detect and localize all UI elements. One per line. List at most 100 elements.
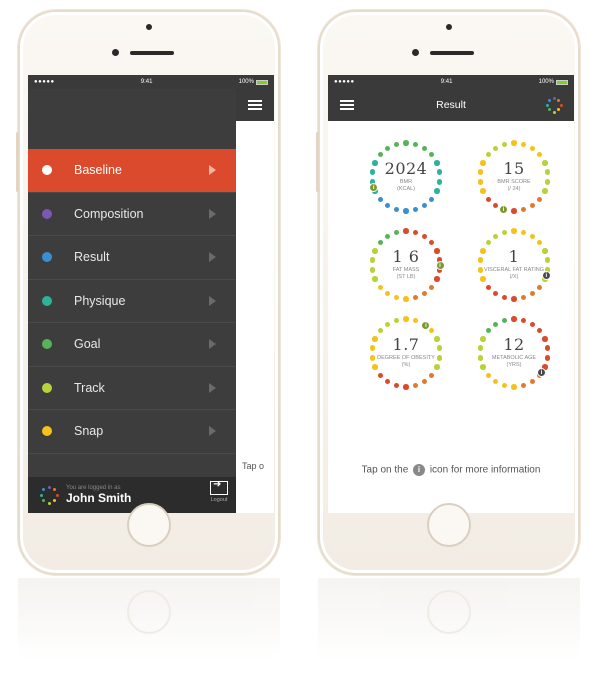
menu-dot-icon (42, 382, 52, 393)
logout-button[interactable]: Logout (210, 479, 228, 503)
gauge-dot (412, 317, 419, 324)
hamburger-icon[interactable] (340, 100, 354, 110)
menu-dot-icon (42, 295, 52, 306)
gauge-value: 2024 (384, 159, 428, 178)
gauge-unit: (/ 24) (507, 186, 521, 192)
signal-indicator: ●●●●● (34, 79, 55, 85)
gauge-visceral-fat-rating[interactable]: i 1 VISCERAL FAT RATING (/x) (474, 225, 554, 305)
gauge-unit: (%) (401, 362, 411, 368)
gauge-dot (520, 206, 527, 213)
gauge-dot (412, 141, 419, 148)
gauge-dot (403, 140, 409, 146)
gauge-label: DEGREE OF OBESITY (%) (366, 355, 446, 369)
gauge-degree-of-obesity[interactable]: i 1.7 DEGREE OF OBESITY (%) (366, 313, 446, 393)
gauge-value: 15 (503, 159, 525, 178)
page-title: Result (436, 99, 466, 111)
app-logo-icon (544, 95, 564, 115)
gauge-dot (403, 208, 409, 214)
logout-icon (210, 479, 228, 495)
gauge-dot (485, 151, 492, 158)
gauge-label-text: VISCERAL FAT RATING (483, 267, 544, 273)
gauge-dot (377, 327, 384, 334)
menu-item-physique[interactable]: Physique (28, 280, 236, 323)
chevron-right-icon (209, 252, 216, 263)
earpiece-speaker (130, 51, 174, 55)
app-header: Result (328, 89, 574, 121)
gauge-dot (492, 378, 499, 385)
gauge-bmr-score[interactable]: i 15 BMR SCORE (/ 24) (474, 137, 554, 217)
gauge-metabolic-age[interactable]: i 12 METABOLIC AGE (yrs) (474, 313, 554, 393)
gauge-dot (536, 284, 543, 290)
home-button[interactable] (427, 503, 471, 547)
menu-item-snap[interactable]: Snap (28, 410, 236, 454)
gauge-dot (428, 239, 435, 246)
gauge-dot (384, 378, 391, 385)
info-hint: Tap on the i icon for more information (328, 464, 574, 476)
gauge-bmr[interactable]: i 2024 BMR (kcal) (366, 137, 446, 217)
gauge-dot (393, 206, 400, 213)
gauge-dot (520, 382, 527, 389)
menu-item-label: Snap (74, 424, 104, 439)
gauge-dot (529, 378, 536, 385)
reflected-home-button (427, 590, 471, 634)
front-camera-dot (412, 49, 419, 56)
menu-item-goal[interactable]: Goal (28, 323, 236, 367)
gauge-dot (485, 284, 492, 290)
menu-item-label: Track (74, 380, 105, 395)
left-phone: ●●●●● 9:41 100% Baseline Composition Resul… (16, 10, 280, 575)
logout-label: Logout (210, 497, 228, 503)
gauge-dot (520, 229, 527, 236)
gauge-dot (403, 384, 409, 390)
gauge-label-text: BMR SCORE (497, 179, 531, 185)
home-button[interactable] (127, 503, 171, 547)
gauge-dot (377, 151, 384, 158)
chevron-right-icon (209, 208, 216, 219)
gauge-dot (485, 372, 492, 378)
menu-item-baseline[interactable]: Baseline (28, 149, 236, 193)
gauge-dot (412, 294, 419, 301)
gauge-dot (412, 229, 419, 236)
menu-item-label: Goal (74, 337, 101, 352)
info-icon[interactable]: i (498, 204, 508, 214)
chevron-right-icon (209, 295, 216, 306)
gauge-dot (377, 196, 384, 202)
gauge-dot (511, 384, 517, 390)
gauge-dot (485, 239, 492, 246)
menu-list: Baseline Composition Result Physique Goal Tra… (28, 149, 236, 454)
app-logo-icon (38, 484, 60, 506)
gauge-fat-mass[interactable]: i1 6 FAT MASS (st lb) (366, 225, 446, 305)
status-time: 9:41 (140, 79, 153, 85)
battery-percent: 100% (238, 79, 254, 85)
chevron-right-icon (209, 382, 216, 393)
menu-item-composition[interactable]: Composition (28, 193, 236, 236)
gauge-dot (384, 290, 391, 297)
gauge-dot (421, 233, 428, 240)
gauge-unit: (yrs) (506, 362, 522, 368)
gauge-dot (529, 321, 536, 328)
gauge-dot (501, 141, 508, 148)
gauge-unit: (kcal) (396, 186, 416, 192)
gauge-dot (520, 317, 527, 324)
reflected-home-button (127, 590, 171, 634)
menu-footer: You are logged in as John Smith Logout (28, 477, 236, 513)
signal-indicator: ●●●●● (334, 79, 355, 85)
gauge-dot (428, 372, 435, 378)
content-peek[interactable]: Tap o (236, 89, 274, 513)
gauge-label: BMR SCORE (/ 24) (474, 179, 554, 193)
gauge-dot (412, 206, 419, 213)
menu-item-result[interactable]: Result (28, 236, 236, 280)
info-icon[interactable]: i (537, 368, 546, 378)
gauge-dot (428, 327, 435, 334)
camera (146, 24, 152, 30)
status-bar: ●●●●● 9:41 100% (28, 75, 274, 89)
menu-item-label: Baseline (74, 163, 122, 178)
gauge-dot (421, 290, 428, 297)
gauge-dot (384, 233, 391, 240)
battery-indicator: 100% (239, 79, 268, 85)
hamburger-icon[interactable] (248, 100, 262, 110)
menu-item-track[interactable]: Track (28, 367, 236, 410)
right-phone: ●●●●● 9:41 100% Result i 2024 BMR (kcal) i 15… (316, 10, 580, 575)
menu-item-label: Result (74, 250, 110, 265)
gauge-dot (492, 321, 499, 328)
gauge-value: 1.7 (392, 335, 420, 354)
